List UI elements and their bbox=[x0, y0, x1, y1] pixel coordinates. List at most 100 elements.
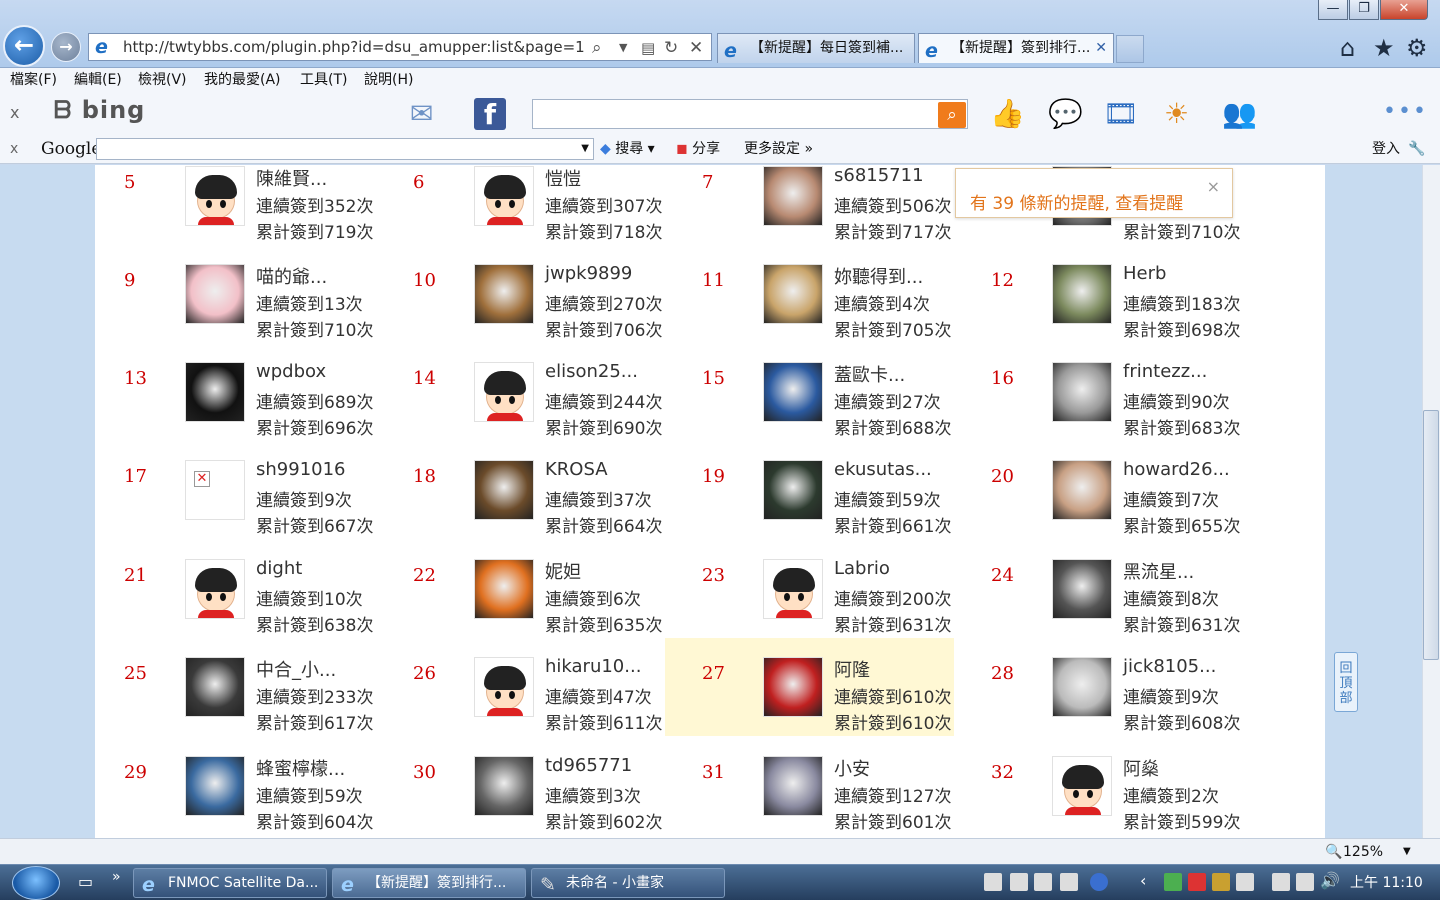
weather-icon[interactable]: ☀ bbox=[1164, 97, 1189, 130]
forward-button[interactable]: → bbox=[51, 32, 81, 62]
avatar[interactable] bbox=[185, 264, 245, 324]
username-link[interactable]: hikaru10... bbox=[545, 656, 641, 677]
video-icon[interactable]: 🎞 bbox=[1103, 97, 1139, 130]
tab-checkin-supplement[interactable]: e 【新提醒】每日簽到補... bbox=[717, 33, 915, 63]
close-toolbar-button[interactable]: x bbox=[10, 135, 18, 163]
username-link[interactable]: KROSA bbox=[545, 459, 608, 480]
close-window-button[interactable]: ✕ bbox=[1380, 0, 1428, 20]
more-settings-button[interactable]: 更多設定 » bbox=[744, 135, 813, 163]
username-link[interactable]: ekusutas... bbox=[834, 459, 932, 480]
username-link[interactable]: 中合_小... bbox=[256, 656, 336, 682]
chevron-left-icon[interactable]: ‹ bbox=[1140, 871, 1146, 890]
close-icon[interactable]: × bbox=[1207, 177, 1220, 196]
avatar[interactable] bbox=[185, 362, 245, 422]
tray-icon[interactable] bbox=[984, 873, 1002, 891]
search-icon[interactable]: ⌕ bbox=[592, 35, 602, 61]
username-link[interactable]: dight bbox=[256, 558, 302, 579]
bing-search-button[interactable]: ⌕ bbox=[938, 102, 966, 128]
avatar[interactable] bbox=[474, 460, 534, 520]
avatar[interactable] bbox=[1052, 559, 1112, 619]
google-search-input[interactable]: ▼ bbox=[96, 138, 594, 160]
notification-text[interactable]: 有 39 條新的提醒, 查看提醒 bbox=[970, 189, 1183, 214]
avatar[interactable] bbox=[763, 362, 823, 422]
username-link[interactable]: 蓋歐卡... bbox=[834, 361, 905, 387]
avatar[interactable] bbox=[1052, 362, 1112, 422]
username-link[interactable]: 阿隆 bbox=[834, 656, 870, 682]
avatar[interactable] bbox=[474, 657, 534, 717]
username-link[interactable]: 小安 bbox=[834, 755, 870, 781]
google-search-button[interactable]: ◆ 搜尋 ▾ bbox=[600, 135, 655, 163]
menu-help[interactable]: 說明(H) bbox=[364, 68, 413, 92]
taskbar-item-ranking[interactable]: e 【新提醒】簽到排行... bbox=[332, 868, 526, 898]
tray-icon[interactable] bbox=[1164, 873, 1182, 891]
overflow-icon[interactable]: » bbox=[112, 869, 121, 885]
avatar[interactable] bbox=[763, 657, 823, 717]
chevron-down-icon[interactable]: ▼ bbox=[1403, 839, 1411, 865]
scrollbar-thumb[interactable] bbox=[1423, 410, 1439, 660]
username-link[interactable]: jwpk9899 bbox=[545, 263, 632, 284]
avatar[interactable] bbox=[763, 264, 823, 324]
favorites-star-icon[interactable]: ★ bbox=[1373, 34, 1395, 62]
username-link[interactable]: howard26... bbox=[1123, 459, 1230, 480]
avatar[interactable] bbox=[185, 166, 245, 226]
tab-checkin-ranking[interactable]: e 【新提醒】簽到排行... ✕ bbox=[918, 33, 1114, 63]
chat-icon[interactable]: 💬 bbox=[1048, 97, 1083, 130]
gear-icon[interactable]: ⚙ bbox=[1406, 34, 1428, 62]
dropdown-arrow-icon[interactable]: ▼ bbox=[619, 35, 627, 61]
tray-icon[interactable] bbox=[1188, 873, 1206, 891]
login-button[interactable]: 登入 bbox=[1372, 135, 1400, 163]
avatar[interactable] bbox=[1052, 264, 1112, 324]
wrench-icon[interactable]: 🔧 bbox=[1408, 135, 1425, 163]
avatar[interactable] bbox=[185, 756, 245, 816]
taskbar-item-paint[interactable]: ✎ 未命名 - 小畫家 bbox=[531, 868, 725, 898]
username-link[interactable]: 愷愷 bbox=[545, 165, 581, 191]
back-to-top-button[interactable]: 回頂部 bbox=[1334, 652, 1358, 712]
taskbar-item-fnmoc[interactable]: e FNMOC Satellite Da... bbox=[133, 868, 327, 898]
avatar[interactable] bbox=[474, 362, 534, 422]
username-link[interactable]: td965771 bbox=[545, 755, 632, 776]
avatar[interactable]: ✕ bbox=[185, 460, 245, 520]
chevron-down-icon[interactable]: ▼ bbox=[581, 139, 589, 159]
mail-icon[interactable]: ✉ bbox=[410, 97, 433, 130]
avatar[interactable] bbox=[763, 559, 823, 619]
facebook-icon[interactable]: f bbox=[474, 98, 506, 131]
show-desktop-icon[interactable]: ▭ bbox=[78, 872, 93, 891]
avatar[interactable] bbox=[1052, 756, 1112, 816]
avatar[interactable] bbox=[474, 264, 534, 324]
avatar[interactable] bbox=[763, 756, 823, 816]
avatar[interactable] bbox=[763, 460, 823, 520]
minimize-button[interactable]: — bbox=[1318, 0, 1348, 20]
bing-search-input[interactable] bbox=[532, 99, 968, 129]
menu-favorites[interactable]: 我的最愛(A) bbox=[204, 68, 281, 92]
avatar[interactable] bbox=[474, 559, 534, 619]
avatar[interactable] bbox=[763, 166, 823, 226]
clock[interactable]: 上午 11:10 bbox=[1350, 865, 1423, 900]
username-link[interactable]: 阿燊 bbox=[1123, 755, 1159, 781]
menu-view[interactable]: 檢視(V) bbox=[138, 68, 187, 92]
avatar[interactable] bbox=[474, 756, 534, 816]
close-toolbar-button[interactable]: x bbox=[10, 103, 19, 122]
username-link[interactable]: 妳聽得到... bbox=[834, 263, 923, 289]
username-link[interactable]: 黑流星... bbox=[1123, 558, 1194, 584]
username-link[interactable]: 喵的爺... bbox=[256, 263, 327, 289]
zoom-level[interactable]: 125% bbox=[1343, 839, 1383, 865]
username-link[interactable]: wpdbox bbox=[256, 361, 326, 382]
username-link[interactable]: elison25... bbox=[545, 361, 638, 382]
username-link[interactable]: 蜂蜜檸檬... bbox=[256, 755, 345, 781]
thumbs-up-icon[interactable]: 👍 bbox=[990, 97, 1025, 130]
username-link[interactable]: Labrio bbox=[834, 558, 890, 579]
volume-icon[interactable]: 🔊 bbox=[1320, 871, 1340, 890]
back-button[interactable]: ← bbox=[3, 25, 45, 67]
menu-edit[interactable]: 編輯(E) bbox=[74, 68, 122, 92]
avatar[interactable] bbox=[474, 166, 534, 226]
tray-icon[interactable] bbox=[1034, 873, 1052, 891]
menu-file[interactable]: 檔案(F) bbox=[10, 68, 57, 92]
people-icon[interactable]: 👥 bbox=[1222, 97, 1257, 130]
network-icon[interactable] bbox=[1296, 873, 1314, 891]
avatar[interactable] bbox=[185, 559, 245, 619]
tray-icon[interactable] bbox=[1272, 873, 1290, 891]
avatar[interactable] bbox=[1052, 460, 1112, 520]
tray-icon[interactable] bbox=[1060, 873, 1078, 891]
restore-button[interactable]: ❐ bbox=[1349, 0, 1379, 20]
username-link[interactable]: Herb bbox=[1123, 263, 1166, 284]
